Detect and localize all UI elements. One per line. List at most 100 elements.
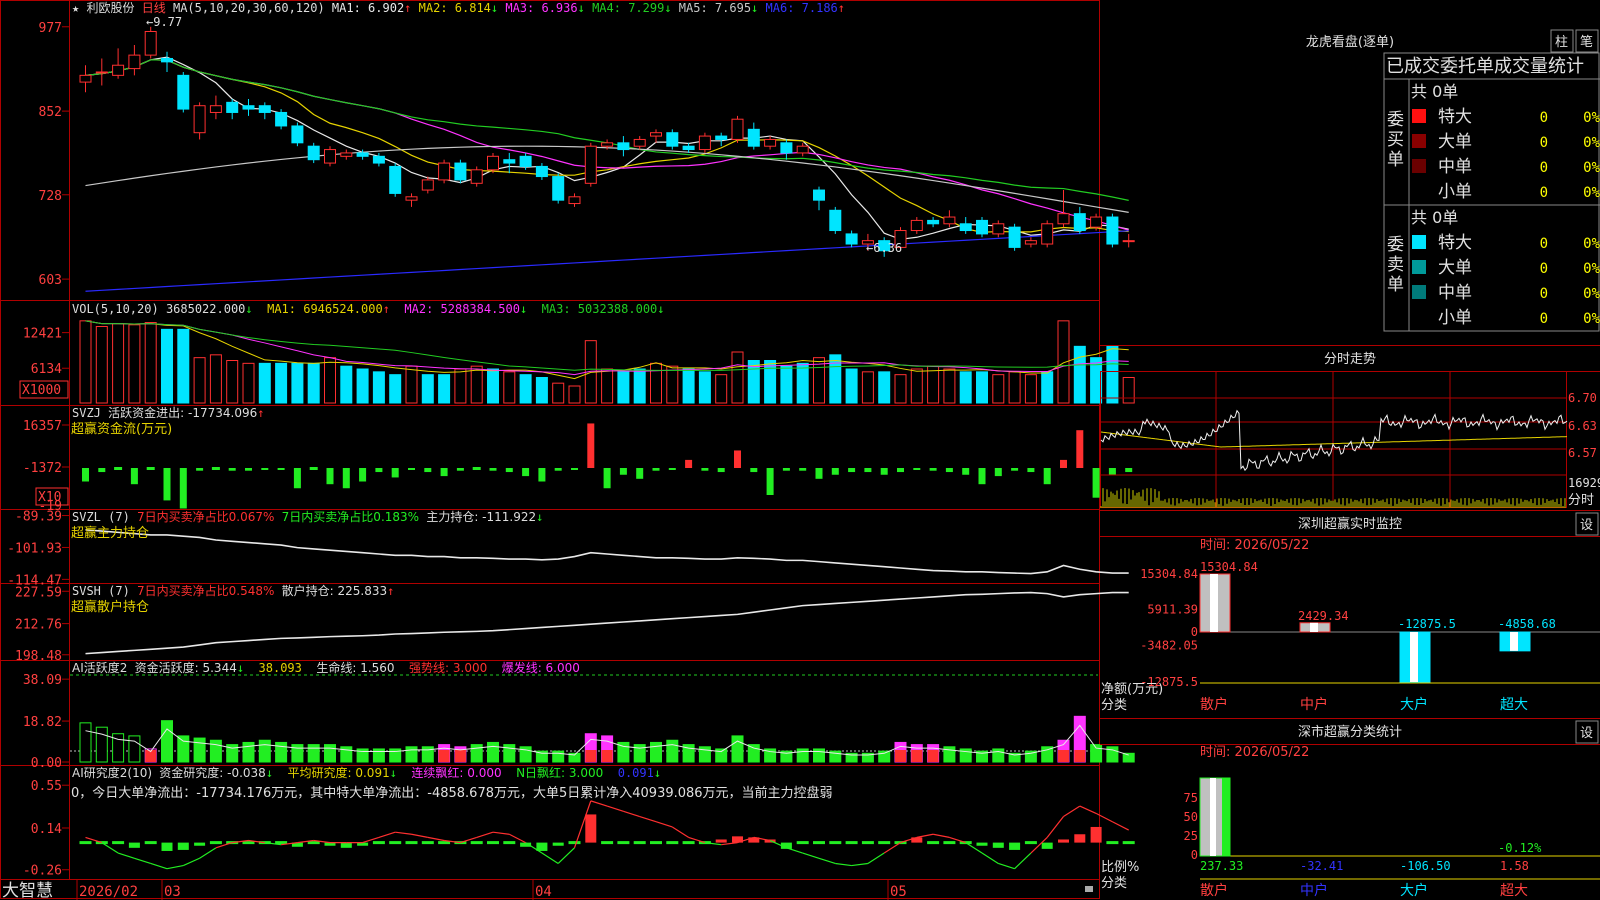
candle-body [910,219,923,232]
ai-research-bar [79,841,92,845]
ai-research-line-seg [655,821,673,828]
svzj-bar [782,468,790,471]
volume-bar [976,371,988,404]
fenshi-y-label: 6.70 [1568,391,1597,405]
svzj-bar [522,468,530,477]
ai-research-line-seg [134,857,151,865]
sz-monitor-y-label: -3482.05 [1140,639,1198,653]
ai-research-line-seg [932,833,950,838]
ai-activity-bar [666,739,679,763]
ai-research-line-seg [786,847,803,854]
volume-bar [943,368,956,404]
volume-bar [112,323,125,404]
buy-title-char: 单 [1387,150,1404,170]
svg-text:设: 设 [1580,726,1593,741]
volume-bar [617,371,630,404]
svzl-line [85,529,1129,575]
volume-bar [340,365,353,404]
sell-row-count: 0 [1540,236,1548,252]
ai-research-bar [845,841,858,845]
svsh-header: SVSH (7) 7日内买卖净占比0.548% 散户持仓: 225.833↑, [72,583,402,598]
sz-monitor-date: 时间: 2026/05/22 [1200,538,1309,553]
lock-icon[interactable] [1085,886,1093,892]
buy-title-char: 委 [1387,110,1404,130]
volume-bar [356,368,369,404]
svzj-bar [1011,468,1019,471]
ai-research-bar [650,841,662,845]
candle-body [992,223,1005,235]
sz-stats-y-label: 50 [1184,810,1198,824]
sz-monitor-value-label: -4858.68 [1498,617,1556,631]
svzj-subtitle: 超赢资金流(万元) [71,421,172,437]
sz-monitor-value-label: -12875.5 [1398,617,1456,631]
candle-body [976,219,988,235]
buy-row-swatch [1412,134,1426,148]
ai-activity-bar-base [585,750,597,762]
sz-stats-extra: -0.12% [1498,841,1542,855]
sz-stats-value-label: -32.41 [1300,859,1343,873]
buy-row-count: 0 [1540,160,1548,176]
svzj-bar [652,468,660,471]
ai-activity-bar [813,748,825,763]
ai-research-bar [503,841,516,845]
ai-research-line-seg [981,852,999,864]
candle-body [95,71,108,74]
ai-research-line-seg [639,815,657,823]
svzj-bar [603,468,611,489]
volume-bar [731,351,744,404]
volume-bar [878,371,891,404]
buy-order-title: 委买单 [1387,110,1404,170]
ai-research-y-tick-label: 0.55 [31,779,62,794]
sz-stats-category: 散户 [1200,882,1228,899]
volume-y-tick-label: 12421 [23,327,62,342]
candle-body [796,145,809,154]
svzj-bar [196,468,204,471]
svzj-bar [489,468,497,471]
lhb-tabs[interactable]: 已成交委托单成交量统计 [1386,56,1584,77]
svzj-bar [897,468,904,473]
svzj-bar [962,468,970,475]
panel-frames [0,0,1100,899]
svzj-header: SVZJ 活跃资金进出: -17734.096↑, [72,405,272,420]
ai-research-line-seg [427,836,445,842]
buy-row-swatch [1412,109,1426,123]
sell-title-char: 卖 [1387,255,1404,275]
sell-row-label: 大单 [1438,258,1472,278]
ai-research-line-seg [492,831,510,835]
volume-bar [829,354,842,404]
high-price-label: ←9.77 [146,15,182,29]
ai-research-bar [796,841,809,845]
svzj-bar [1092,468,1100,498]
sz-stats-category: 大户 [1400,882,1428,899]
buy-row-swatch [1412,159,1426,173]
ai-research-bar [927,841,940,845]
fenshi-lines [1100,409,1568,508]
ai-research-bar [112,841,125,845]
ai-activity-bar [79,722,92,763]
ai-research-bar [1122,841,1135,845]
ai-research-line-seg [623,810,640,818]
candle-body [552,176,565,201]
ai-research-line-seg [916,833,934,838]
candle-body [454,162,467,181]
volume-bar [633,368,646,404]
ai-research-bar [1058,839,1069,843]
sz-stats-value-label: -106.50 [1400,859,1451,873]
svzj-bar [685,459,693,468]
volume-bar [454,368,467,404]
volume-bar [910,368,923,404]
candle-body [519,155,532,167]
price-y-tick-label: 728 [39,189,62,204]
ai-research-line-seg [117,852,135,859]
svzj-bar [619,468,627,475]
candle-body [372,155,385,164]
ai-research-bar [552,842,564,846]
x-axis-labels: 2026/02 03 04 05 [76,880,907,900]
buy-row-pct: 0% [1583,160,1600,176]
ai-activity-bar [128,735,141,763]
svzj-bar [799,468,807,471]
ai-activity-y-tick-label: 18.82 [23,715,62,730]
svzj-bar [929,468,937,471]
ai-research-bar [372,841,385,845]
ai-research-line-seg [476,831,494,838]
